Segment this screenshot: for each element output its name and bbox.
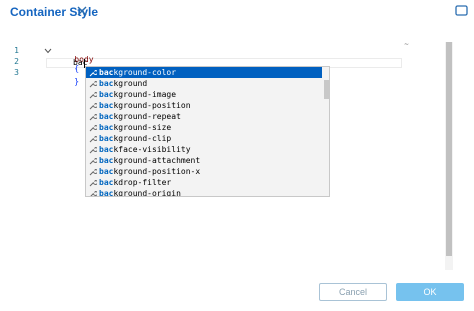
wrench-icon — [89, 157, 97, 165]
suggestion-item[interactable]: background-image — [86, 89, 322, 100]
suggestions-scrollbar-thumb[interactable] — [324, 80, 329, 99]
suggestion-rest: kground-color — [113, 68, 177, 77]
suggestion-match: bac — [99, 145, 114, 154]
suggestion-item[interactable]: background-origin — [86, 188, 322, 197]
wrench-icon — [89, 69, 97, 77]
maximize-icon[interactable] — [455, 5, 468, 16]
suggestion-match: bac — [99, 90, 114, 99]
suggestion-item[interactable]: background-color — [86, 67, 322, 78]
wrench-icon — [89, 124, 97, 132]
suggestion-match: bac — [99, 156, 114, 165]
suggestion-rest: kground-position — [113, 101, 191, 110]
wrench-icon — [89, 113, 97, 121]
suggestion-item[interactable]: background-position — [86, 100, 322, 111]
close-brace: } — [74, 77, 80, 86]
wrench-icon — [89, 91, 97, 99]
wrench-icon — [89, 168, 97, 176]
wrench-icon — [90, 190, 97, 196]
suggestion-match: bac — [99, 134, 114, 143]
code-line-3: } — [55, 68, 79, 95]
suggestion-rest: kground-size — [113, 123, 172, 132]
suggestion-match: bac — [99, 178, 114, 187]
suggestion-rest: kground-origin — [113, 189, 181, 197]
cancel-button[interactable]: Cancel — [319, 283, 387, 301]
suggestion-match: bac — [99, 189, 114, 197]
suggestion-item[interactable]: background-repeat — [86, 111, 322, 122]
line-number: 3 — [14, 68, 19, 77]
suggestion-rest: kground-position-x — [113, 167, 201, 176]
suggestion-match: bac — [99, 112, 114, 121]
suggestion-item[interactable]: background-position-x — [86, 166, 322, 177]
suggestion-match: bac — [99, 101, 114, 110]
suggestion-match: bac — [99, 167, 114, 176]
suggestion-match: bac — [99, 68, 114, 77]
suggestion-item[interactable]: background — [86, 78, 322, 89]
editor-scrollbar-thumb[interactable] — [446, 42, 452, 256]
ok-button[interactable]: OK — [396, 283, 464, 301]
suggestion-rest: kground-repeat — [113, 112, 181, 121]
close-icon[interactable] — [76, 5, 88, 17]
suggestion-rest: kground-image — [113, 90, 177, 99]
wrench-icon — [89, 146, 97, 154]
wrench-icon — [89, 179, 97, 187]
suggestion-rest: kground — [113, 79, 148, 88]
suggestion-rest: kground-attachment — [113, 156, 201, 165]
overview-ruler-mark: ~ — [404, 41, 410, 48]
wrench-icon — [89, 102, 97, 110]
autocomplete-suggestions[interactable]: background-color background background-i… — [85, 66, 330, 197]
line-number: 1 — [14, 46, 19, 55]
suggestion-rest: kground-clip — [113, 134, 172, 143]
suggestion-item[interactable]: background-clip — [86, 133, 322, 144]
wrench-icon — [89, 135, 97, 143]
wrench-icon — [89, 80, 97, 88]
suggestion-match: bac — [99, 79, 114, 88]
suggestion-rest: kface-visibility — [113, 145, 191, 154]
container-style-dialog: Container Style 1 2 3 body { bac } ~ bac… — [0, 0, 474, 311]
line-number: 2 — [14, 57, 19, 66]
fold-chevron-icon[interactable] — [44, 48, 52, 54]
suggestion-item[interactable]: background-size — [86, 122, 322, 133]
suggestion-match: bac — [99, 123, 114, 132]
suggestion-item[interactable]: background-attachment — [86, 155, 322, 166]
suggestion-rest: kdrop-filter — [113, 178, 172, 187]
suggestion-item[interactable]: backdrop-filter — [86, 177, 322, 188]
suggestion-item[interactable]: backface-visibility — [86, 144, 322, 155]
